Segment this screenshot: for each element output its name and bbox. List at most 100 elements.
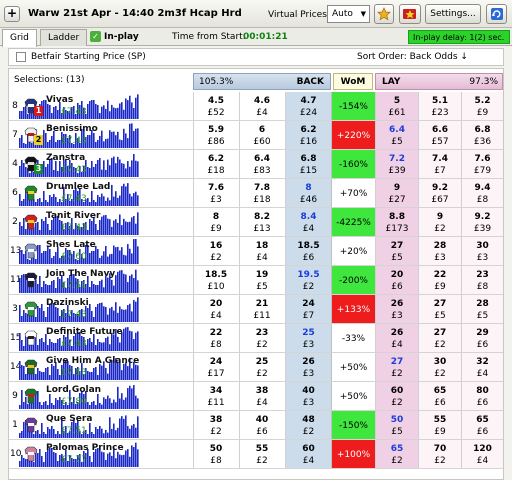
- lay-price-cell[interactable]: 5 £61: [375, 92, 418, 120]
- lay-price-cell[interactable]: 50 £5: [375, 411, 418, 439]
- sort-order-control[interactable]: Sort Order: Back Odds ↓: [357, 52, 468, 62]
- back-price-cell[interactable]: 22 £8: [193, 324, 238, 352]
- back-price-cell[interactable]: 40 £6: [239, 411, 284, 439]
- back-price-cell[interactable]: 8 £9: [193, 208, 238, 236]
- table-row[interactable]: 11 Join The Navy £7.51 18.5 £10 19 £5 19…: [9, 266, 503, 295]
- lay-price-cell[interactable]: 30 £2: [418, 353, 461, 381]
- back-price-cell[interactable]: 34 £11: [193, 382, 238, 410]
- refresh-button[interactable]: [486, 4, 507, 24]
- back-price-cell[interactable]: 40 £3: [285, 382, 331, 410]
- settings-button[interactable]: Settings...: [425, 4, 481, 24]
- back-price-cell[interactable]: 50 £8: [193, 440, 238, 468]
- lay-price-cell[interactable]: 20 £6: [375, 266, 418, 294]
- table-row[interactable]: 7 2 Benissimo £7.43 5.9 £86 6 £60 6.2 £1…: [9, 121, 503, 150]
- back-price-cell[interactable]: 6.2 £16: [285, 121, 331, 149]
- back-price-cell[interactable]: 24 £17: [193, 353, 238, 381]
- lay-price-cell[interactable]: 8.8 £173: [375, 208, 418, 236]
- table-row[interactable]: 3 Dazinski £7.43 20 £4 21 £11 24 £7 +133…: [9, 295, 503, 324]
- back-price-cell[interactable]: 23 £2: [239, 324, 284, 352]
- lay-price-cell[interactable]: 120 £4: [461, 440, 503, 468]
- back-price-cell[interactable]: 7.6 £3: [193, 179, 238, 207]
- back-price-cell[interactable]: 20 £4: [193, 295, 238, 323]
- favourite-button[interactable]: [374, 4, 394, 24]
- lay-price-cell[interactable]: 26 £3: [375, 295, 418, 323]
- back-price-cell[interactable]: 6.2 £18: [193, 150, 238, 178]
- back-price-cell[interactable]: 24 £7: [285, 295, 331, 323]
- lay-price-cell[interactable]: 7.2 £39: [375, 150, 418, 178]
- back-price-cell[interactable]: 6.8 £15: [285, 150, 331, 178]
- back-price-cell[interactable]: 6.4 £83: [239, 150, 284, 178]
- lay-price-cell[interactable]: 28 £3: [418, 237, 461, 265]
- lay-price-cell[interactable]: 65 £6: [461, 411, 503, 439]
- lay-price-cell[interactable]: 30 £3: [461, 237, 503, 265]
- lay-price-cell[interactable]: 27 £5: [375, 237, 418, 265]
- lay-price-cell[interactable]: 27 £2: [375, 353, 418, 381]
- back-price-cell[interactable]: 4.7 £24: [285, 92, 331, 120]
- lay-price-cell[interactable]: 55 £9: [418, 411, 461, 439]
- lay-price-cell[interactable]: 9.4 £8: [461, 179, 503, 207]
- back-price-cell[interactable]: 55 £2: [239, 440, 284, 468]
- lay-price-cell[interactable]: 5.1 £23: [418, 92, 461, 120]
- table-row[interactable]: 13 Shes Late £7.60 16 £2 18 £4 18.5 £6 +…: [9, 237, 503, 266]
- back-price-cell[interactable]: 6 £60: [239, 121, 284, 149]
- back-price-cell[interactable]: 16 £2: [193, 237, 238, 265]
- back-price-cell[interactable]: 4.6 £4: [239, 92, 284, 120]
- lay-price-cell[interactable]: 27 £5: [418, 295, 461, 323]
- back-price-cell[interactable]: 38 £4: [239, 382, 284, 410]
- lay-price-cell[interactable]: 9 £27: [375, 179, 418, 207]
- back-price-cell[interactable]: 19 £5: [239, 266, 284, 294]
- lay-price-cell[interactable]: 7.6 £79: [461, 150, 503, 178]
- back-price-cell[interactable]: 60 £4: [285, 440, 331, 468]
- star-settings-button[interactable]: [399, 4, 421, 24]
- back-price-cell[interactable]: 7.8 £18: [239, 179, 284, 207]
- back-price-cell[interactable]: 21 £11: [239, 295, 284, 323]
- table-row[interactable]: 1 Que Sera £7.51 38 £2 40 £6 48 £2 -150%…: [9, 411, 503, 440]
- add-market-button[interactable]: +: [4, 6, 20, 22]
- back-price-cell[interactable]: 48 £2: [285, 411, 331, 439]
- back-price-cell[interactable]: 4.5 £52: [193, 92, 238, 120]
- back-price-cell[interactable]: 18 £4: [239, 237, 284, 265]
- lay-price-cell[interactable]: 65 £6: [418, 382, 461, 410]
- table-row[interactable]: 8 1 Vivas £7.43 4.5 £52 4.6 £4 4.7 £24 -…: [9, 92, 503, 121]
- back-price-cell[interactable]: 25 £3: [285, 324, 331, 352]
- table-row[interactable]: 10 Palomas Prince £7.77 50 £8 55 £2 60 £…: [9, 440, 503, 469]
- back-price-cell[interactable]: 18.5 £10: [193, 266, 238, 294]
- table-row[interactable]: 4 3 Zanstra £7.43 6.2 £18 6.4 £83 6.8 £1…: [9, 150, 503, 179]
- lay-price-cell[interactable]: 9 £2: [418, 208, 461, 236]
- table-row[interactable]: 9 Lord Golan £7.80 34 £11 38 £4 40 £3 +5…: [9, 382, 503, 411]
- back-price-cell[interactable]: 25 £2: [239, 353, 284, 381]
- lay-price-cell[interactable]: 26 £4: [375, 324, 418, 352]
- table-row[interactable]: 15 Definite Future £7.43 22 £8 23 £2 25 …: [9, 324, 503, 353]
- lay-price-cell[interactable]: 6.6 £57: [418, 121, 461, 149]
- lay-price-cell[interactable]: 23 £8: [461, 266, 503, 294]
- back-price-cell[interactable]: 8.2 £13: [239, 208, 284, 236]
- lay-price-cell[interactable]: 65 £2: [375, 440, 418, 468]
- lay-price-cell[interactable]: 7.4 £7: [418, 150, 461, 178]
- table-row[interactable]: 2 Tanit River £7.43 8 £9 8.2 £13 8.4 £4 …: [9, 208, 503, 237]
- back-price-cell[interactable]: 26 £3: [285, 353, 331, 381]
- virtual-prices-select[interactable]: Auto ▼: [327, 5, 370, 23]
- lay-price-cell[interactable]: 80 £6: [461, 382, 503, 410]
- back-price-cell[interactable]: 19.5 £2: [285, 266, 331, 294]
- lay-price-cell[interactable]: 6.4 £5: [375, 121, 418, 149]
- lay-price-cell[interactable]: 29 £6: [461, 324, 503, 352]
- lay-price-cell[interactable]: 27 £2: [418, 324, 461, 352]
- table-row[interactable]: 14 Give Him A Glance £7.63 24 £17 25 £2 …: [9, 353, 503, 382]
- lay-price-cell[interactable]: 70 £2: [418, 440, 461, 468]
- back-price-cell[interactable]: 38 £2: [193, 411, 238, 439]
- tab-ladder[interactable]: Ladder: [40, 29, 88, 46]
- bsp-checkbox[interactable]: [16, 52, 26, 62]
- back-price-cell[interactable]: 5.9 £86: [193, 121, 238, 149]
- tab-grid[interactable]: Grid: [2, 29, 37, 47]
- lay-price-cell[interactable]: 22 £9: [418, 266, 461, 294]
- back-price-cell[interactable]: 8.4 £4: [285, 208, 331, 236]
- back-price-cell[interactable]: 18.5 £6: [285, 237, 331, 265]
- back-price-cell[interactable]: 8 £46: [285, 179, 331, 207]
- lay-price-cell[interactable]: 9.2 £67: [418, 179, 461, 207]
- lay-price-cell[interactable]: 5.2 £9: [461, 92, 503, 120]
- table-row[interactable]: 6 Drumlee Lad £7.43 7.6 £3 7.8 £18 8 £46…: [9, 179, 503, 208]
- lay-price-cell[interactable]: 28 £5: [461, 295, 503, 323]
- lay-price-cell[interactable]: 32 £4: [461, 353, 503, 381]
- lay-price-cell[interactable]: 60 £2: [375, 382, 418, 410]
- lay-price-cell[interactable]: 9.2 £39: [461, 208, 503, 236]
